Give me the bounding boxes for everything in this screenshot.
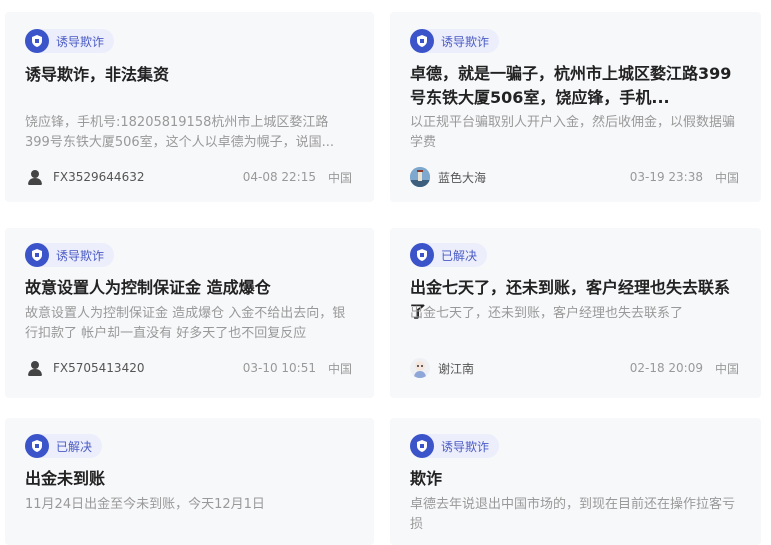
shield-icon [25,434,49,458]
card-meta: FX3529644632 04-08 22:15 中国 [25,166,352,188]
status-badge-label: 已解决 [441,248,478,263]
complaint-card[interactable]: 诱导欺诈 卓德，就是一骗子，杭州市上城区婺江路399号东铁大厦506室，饶应锋，… [390,12,761,202]
timestamp: 02-18 20:09 [629,361,703,375]
card-title[interactable]: 卓德，就是一骗子，杭州市上城区婺江路399号东铁大厦506室，饶应锋，手机... [410,62,739,110]
card-description: 卓德去年说退出中国市场的，到现在目前还在操作拉客亏损 [410,497,736,532]
status-badge: 诱导欺诈 [410,29,500,53]
card-description: 以正规平台骗取别人开户入金，然后收佣金，以假数据骗学费 [410,115,736,150]
status-badge: 诱导欺诈 [25,243,115,267]
lighthouse-avatar-icon [410,167,430,187]
complaint-card[interactable]: 已解决 出金七天了，还未到账，客户经理也失去联系了 出金七天了，还未到账，客户经… [390,228,761,398]
card-meta: 谢江南 02-18 20:09 中国 [410,357,739,379]
person-icon [25,167,45,187]
shield-icon [410,29,434,53]
region-label: 中国 [327,361,352,376]
card-description: 11月24日出金至今未到账，今天12月1日 [25,497,265,512]
card-meta: 蓝色大海 03-19 23:38 中国 [410,166,739,188]
shield-icon [410,434,434,458]
timestamp: 03-10 10:51 [242,361,316,375]
complaint-card[interactable]: 已解决 出金未到账 11月24日出金至今未到账，今天12月1日 [5,418,374,545]
user-name[interactable]: FX3529644632 [53,170,144,184]
complaint-card[interactable]: 诱导欺诈 故意设置人为控制保证金 造成爆仓 故意设置人为控制保证金 造成爆仓 入… [5,228,374,398]
status-badge: 诱导欺诈 [410,434,500,458]
user-name[interactable]: FX5705413420 [53,361,144,375]
person-icon [25,358,45,378]
card-meta: FX5705413420 03-10 10:51 中国 [25,357,352,379]
status-badge: 诱导欺诈 [25,29,115,53]
card-title[interactable]: 出金未到账 [25,467,352,491]
card-title[interactable]: 欺诈 [410,467,739,491]
user-name[interactable]: 蓝色大海 [438,169,486,186]
timestamp: 03-19 23:38 [629,170,703,184]
status-badge-label: 已解决 [56,439,93,454]
shield-icon [25,243,49,267]
complaint-card[interactable]: 诱导欺诈 诱导欺诈，非法集资 饶应锋，手机号:18205819158杭州市上城区… [5,12,374,202]
card-title[interactable]: 故意设置人为控制保证金 造成爆仓 [25,276,352,300]
card-description: 故意设置人为控制保证金 造成爆仓 入金不给出去向，银行扣款了 帐户却一直没有 好… [25,306,346,341]
shield-icon [410,243,434,267]
status-badge-label: 诱导欺诈 [441,439,490,454]
status-badge-label: 诱导欺诈 [56,248,105,263]
shield-icon [25,29,49,53]
status-badge: 已解决 [410,243,488,267]
region-label: 中国 [714,170,739,185]
timestamp: 04-08 22:15 [242,170,316,184]
status-badge-label: 诱导欺诈 [441,34,490,49]
user-name[interactable]: 谢江南 [438,360,474,377]
card-description: 饶应锋，手机号:18205819158杭州市上城区婺江路399号东铁大厦506室… [25,115,335,150]
region-label: 中国 [714,361,739,376]
card-title[interactable]: 诱导欺诈，非法集资 [25,63,352,87]
cartoon-avatar-icon [410,358,430,378]
complaint-card[interactable]: 诱导欺诈 欺诈 卓德去年说退出中国市场的，到现在目前还在操作拉客亏损 [390,418,761,545]
status-badge-label: 诱导欺诈 [56,34,105,49]
card-description: 出金七天了，还未到账，客户经理也失去联系了 [410,306,684,321]
status-badge: 已解决 [25,434,103,458]
region-label: 中国 [327,170,352,185]
